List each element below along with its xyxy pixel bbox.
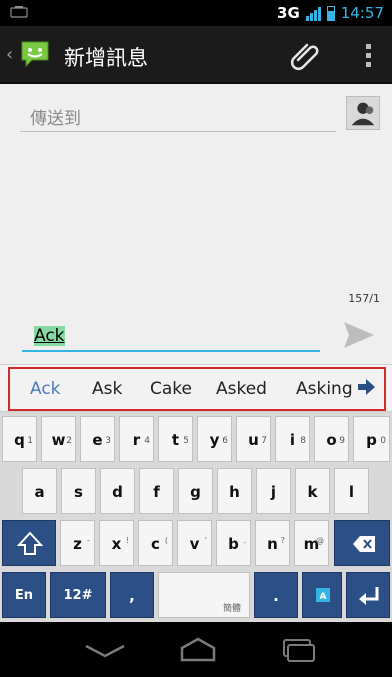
key-j[interactable]: j [256, 468, 291, 514]
character-counter: 157/1 [348, 292, 380, 305]
home-icon[interactable] [176, 636, 220, 664]
more-suggestions-arrow-icon[interactable] [356, 377, 376, 397]
key-u[interactable]: 7u [236, 416, 271, 462]
key-i[interactable]: 8i [275, 416, 310, 462]
suggestion-item[interactable]: Asked [216, 379, 267, 399]
backspace-icon [353, 536, 375, 552]
key-r[interactable]: 4r [119, 416, 154, 462]
shift-key[interactable] [2, 520, 56, 566]
key-e[interactable]: 3e [80, 416, 115, 462]
key-y[interactable]: 6y [197, 416, 232, 462]
period-key[interactable]: . [254, 572, 298, 618]
suggestion-item[interactable]: Ask [92, 379, 122, 399]
key-v[interactable]: v ' [177, 520, 212, 566]
symbols-key[interactable]: 12# [50, 572, 106, 618]
add-contact-icon[interactable] [346, 96, 380, 130]
message-input[interactable]: Ack [22, 318, 320, 352]
notification-icon [10, 6, 28, 18]
action-bar: ‹ 新增訊息 [0, 26, 392, 84]
message-text: Ack [34, 326, 65, 346]
svg-text:A: A [320, 592, 327, 602]
key-s[interactable]: s [61, 468, 96, 514]
messaging-app-icon[interactable] [20, 40, 50, 68]
input-mode-key[interactable]: A [302, 572, 342, 618]
key-o[interactable]: 9o [314, 416, 349, 462]
comma-key[interactable]: , [110, 572, 154, 618]
compose-area: 傳送到 157/1 Ack [0, 84, 392, 364]
shift-arrow-icon [16, 531, 44, 555]
key-x[interactable]: x! [99, 520, 134, 566]
clock: 14:57 [340, 4, 384, 22]
overflow-menu-icon[interactable] [366, 44, 372, 68]
key-l[interactable]: l [334, 468, 369, 514]
key-m[interactable]: m @ [294, 520, 329, 566]
key-b[interactable]: b. [216, 520, 251, 566]
status-bar: 3G 14:57 [0, 0, 392, 26]
key-t[interactable]: 5t [158, 416, 193, 462]
network-type: 3G [277, 4, 300, 22]
attach-paperclip-icon[interactable] [288, 38, 322, 72]
key-p[interactable]: 0p [353, 416, 390, 462]
soft-keyboard: 1q 2w 3e 4r 5t 6y 7u 8i 9o 0p a s d f g … [0, 412, 392, 622]
key-g[interactable]: g [178, 468, 213, 514]
suggestion-strip: Ack Ask Cake Asked Asking [0, 364, 392, 412]
send-icon[interactable] [342, 320, 376, 350]
back-chevron-icon[interactable]: ‹ [6, 44, 13, 65]
suggestion-item[interactable]: Ack [30, 379, 61, 399]
suggestion-item[interactable]: Asking [296, 379, 353, 399]
enter-arrow-icon [359, 587, 379, 605]
key-k[interactable]: k [295, 468, 330, 514]
key-h[interactable]: h [217, 468, 252, 514]
key-q[interactable]: 1q [2, 416, 37, 462]
page-title: 新增訊息 [64, 46, 148, 70]
backspace-key[interactable] [334, 520, 390, 566]
status-indicators: 3G 14:57 [277, 4, 384, 22]
enter-key[interactable] [346, 572, 390, 618]
space-key[interactable]: 簡體 [158, 572, 250, 618]
key-f[interactable]: f [139, 468, 174, 514]
key-d[interactable]: d [100, 468, 135, 514]
recent-apps-icon[interactable] [276, 636, 320, 664]
input-mode-icon: A [316, 588, 330, 602]
signal-icon [305, 6, 321, 21]
key-n[interactable]: n? [255, 520, 290, 566]
key-a[interactable]: a [22, 468, 57, 514]
key-w[interactable]: 2w [41, 416, 76, 462]
key-c[interactable]: c( [138, 520, 173, 566]
battery-icon [326, 5, 335, 21]
navigation-bar [0, 622, 392, 677]
recipient-field[interactable]: 傳送到 [20, 100, 336, 132]
language-key[interactable]: En [2, 572, 46, 618]
back-nav-icon[interactable] [80, 640, 130, 662]
key-z[interactable]: z- [60, 520, 95, 566]
suggestion-item[interactable]: Cake [150, 379, 192, 399]
